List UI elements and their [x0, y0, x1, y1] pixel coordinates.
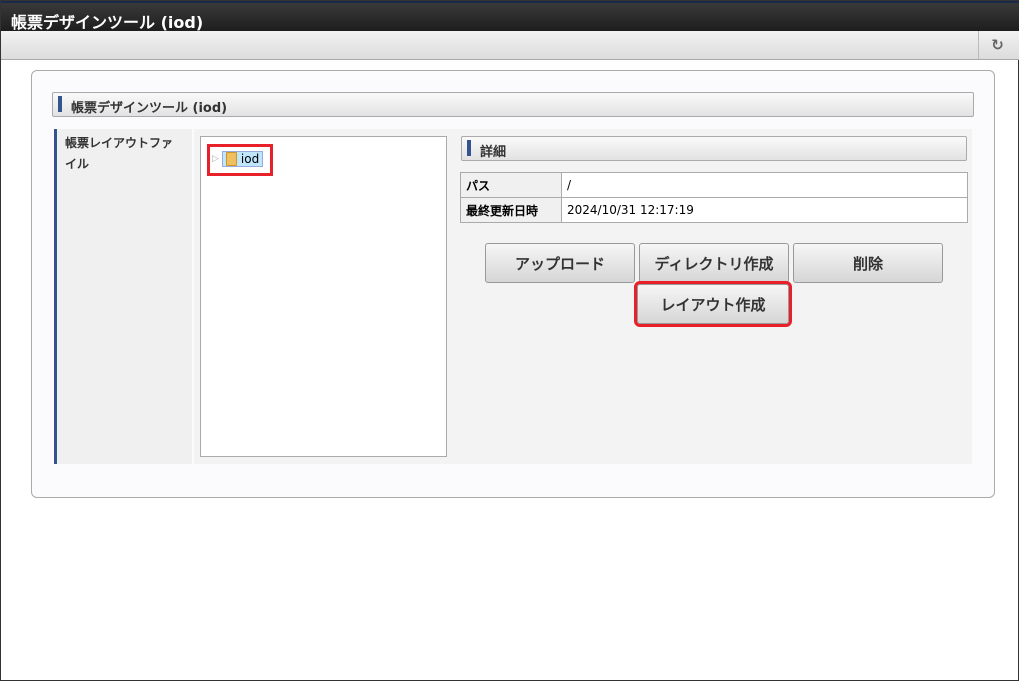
details-table: パス / 最終更新日時 2024/10/31 12:17:19 — [460, 172, 968, 223]
expand-arrow-icon[interactable]: ▷ — [212, 154, 219, 164]
section-header: 帳票デザインツール (iod) — [52, 92, 974, 117]
tree-node-iod[interactable]: ▷ iod — [207, 144, 273, 176]
refresh-icon[interactable]: ↻ — [978, 31, 1016, 59]
table-row: 最終更新日時 2024/10/31 12:17:19 — [460, 197, 968, 223]
modified-key: 最終更新日時 — [460, 197, 562, 223]
content-area: ▷ iod 詳細 パス / 最終更新日時 2024/10/31 12:17:19 ア… — [194, 129, 972, 464]
modified-value: 2024/10/31 12:17:19 — [561, 197, 968, 223]
toolbar: ↻ — [1, 31, 1019, 60]
window-title: 帳票デザインツール (iod) — [1, 1, 1019, 32]
upload-button[interactable]: アップロード — [485, 243, 635, 283]
tree-node-label: iod — [240, 152, 260, 166]
path-value: / — [561, 172, 968, 198]
create-directory-button[interactable]: ディレクトリ作成 — [639, 243, 789, 283]
details-header: 詳細 — [461, 136, 967, 161]
create-layout-button[interactable]: レイアウト作成 — [634, 281, 792, 327]
delete-button[interactable]: 削除 — [793, 243, 943, 283]
main-panel: 帳票デザインツール (iod) 帳票レイアウトファイル ▷ iod 詳細 パス /… — [31, 70, 995, 498]
path-key: パス — [460, 172, 562, 198]
folder-icon — [225, 152, 237, 166]
table-row: パス / — [460, 172, 968, 198]
layout-file-label: 帳票レイアウトファイル — [54, 129, 192, 464]
file-tree: ▷ iod — [200, 136, 447, 457]
